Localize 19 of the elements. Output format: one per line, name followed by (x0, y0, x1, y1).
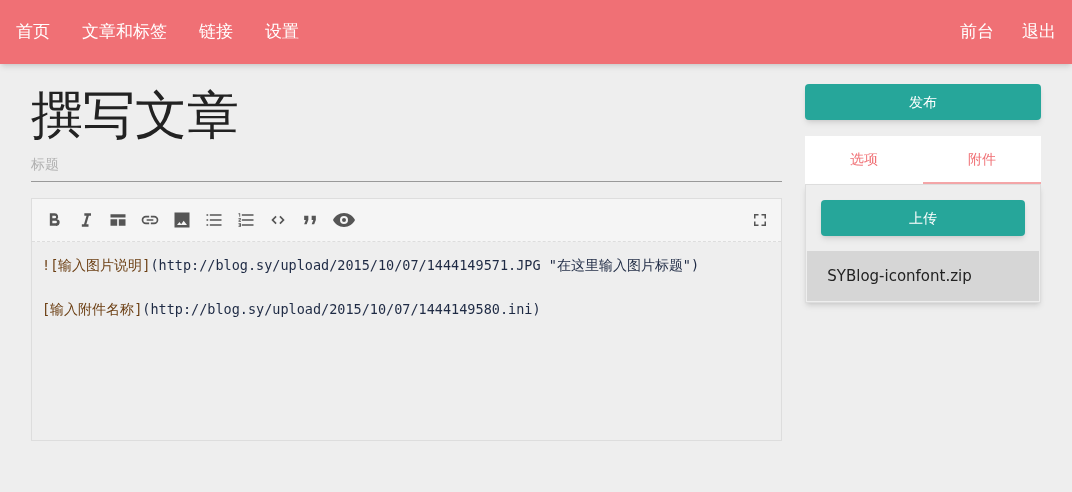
numbered-list-icon[interactable] (236, 210, 256, 230)
upload-button[interactable]: 上传 (821, 200, 1025, 236)
publish-button[interactable]: 发布 (805, 84, 1041, 120)
nav-link[interactable]: 首页 (16, 19, 50, 45)
markdown-label-text: [输入附件名称] (42, 301, 143, 317)
nav-link[interactable]: 设置 (265, 19, 299, 45)
page-title: 撰写文章 (31, 84, 240, 146)
title-input-field[interactable]: 标题 (31, 146, 783, 182)
image-icon[interactable] (172, 210, 192, 230)
tab[interactable]: 选项 (805, 136, 924, 184)
nav-link[interactable]: 文章和标签 (82, 19, 167, 45)
editor-text-area[interactable]: ![输入图片说明](http://blog.sy/upload/2015/10/07/1444149571.JPG "在这里输入图片标题") [输入附件名称](http://blog.sy/upload/2015/10/07/1444149580.ini) (32, 242, 782, 440)
nav-link[interactable]: 退出 (1022, 19, 1056, 45)
markdown-url-text: (http://blog.sy/upload/2015/10/07/1444149571.JPG "在这里输入图片标题") (150, 257, 700, 273)
nav-link[interactable]: 链接 (199, 19, 233, 45)
markdown-url-text: (http://blog.sy/upload/2015/10/07/1444149580.ini) (142, 301, 541, 317)
attachment-item[interactable]: SYBlog-iconfont.zip (807, 251, 1039, 301)
nav-link[interactable]: 前台 (960, 19, 994, 45)
markdown-label-text: ![输入图片说明] (42, 257, 151, 273)
